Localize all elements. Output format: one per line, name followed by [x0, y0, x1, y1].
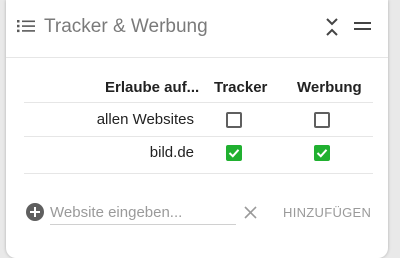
clear-icon[interactable] [244, 206, 257, 219]
column-header-tracker: Tracker [214, 79, 268, 96]
werbung-checkbox-all-websites[interactable] [314, 112, 330, 128]
card-title: Tracker & Werbung [44, 16, 208, 37]
tracker-checkbox-bild-de[interactable] [226, 145, 242, 161]
tracker-checkbox-all-websites[interactable] [226, 112, 242, 128]
card-header: Tracker & Werbung [6, 0, 388, 58]
column-header-allow-on: Erlaube auf... [105, 79, 200, 96]
website-input[interactable] [50, 200, 236, 225]
tracker-werbung-card: Tracker & Werbung Erlaube auf... Tracker… [6, 0, 388, 258]
add-button[interactable]: HINZUFÜGEN [283, 205, 371, 220]
werbung-checkbox-bild-de[interactable] [314, 145, 330, 161]
column-header-werbung: Werbung [297, 79, 362, 96]
collapse-icon[interactable] [324, 17, 340, 37]
list-icon [17, 20, 35, 33]
divider [24, 102, 373, 103]
checkmark-icon [228, 149, 240, 158]
add-circle-icon[interactable] [26, 203, 44, 221]
menu-icon[interactable] [354, 21, 371, 31]
checkmark-icon [316, 149, 328, 158]
divider [24, 136, 373, 137]
row-label-all-websites: allen Websites [96, 111, 194, 128]
divider [24, 173, 373, 174]
row-label-bild-de: bild.de [149, 144, 194, 161]
